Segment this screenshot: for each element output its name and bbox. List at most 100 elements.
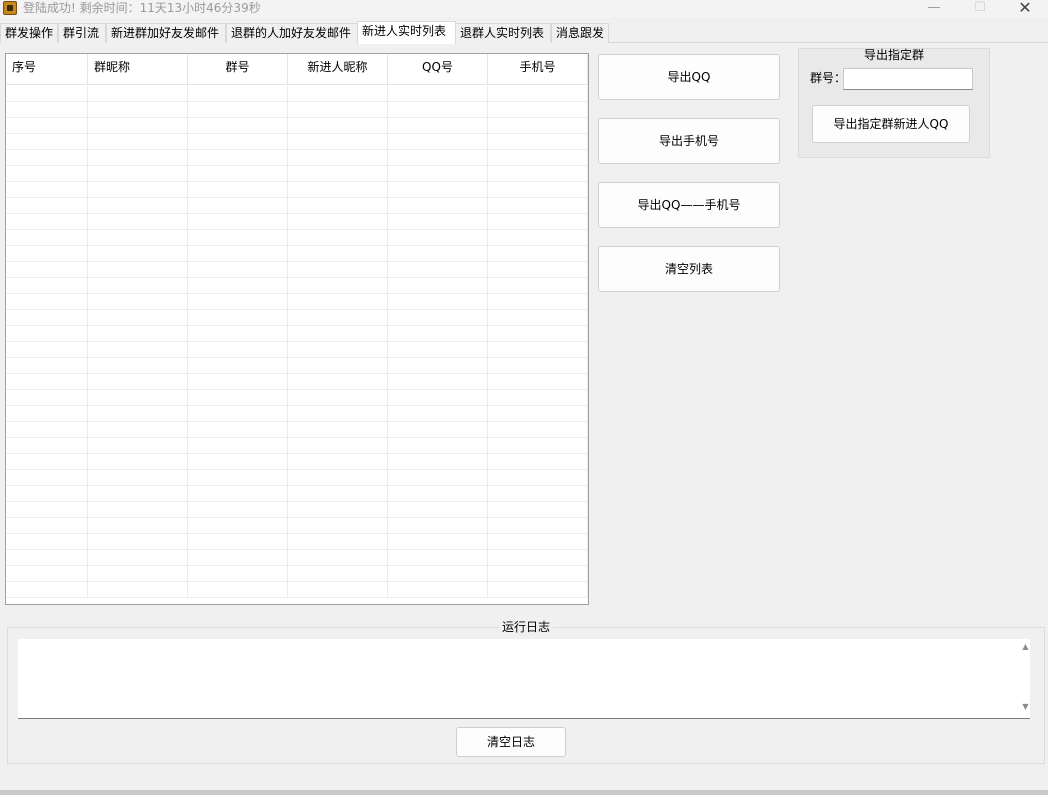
table-cell <box>288 86 388 101</box>
table-cell <box>488 278 588 293</box>
close-button[interactable]: ✕ <box>1002 0 1048 18</box>
table-cell <box>388 470 488 485</box>
table-cell <box>6 182 88 197</box>
table-cell <box>188 182 288 197</box>
tab-new-member-realtime-list[interactable]: 新进人实时列表 <box>357 21 456 44</box>
table-cell <box>388 406 488 421</box>
table-cell <box>288 374 388 389</box>
table-cell <box>488 342 588 357</box>
table-cell <box>488 150 588 165</box>
table-cell <box>388 566 488 581</box>
maximize-button[interactable]: ☐ <box>957 0 1003 18</box>
table-cell <box>88 566 188 581</box>
minimize-button[interactable]: — <box>911 0 957 18</box>
table-cell <box>388 214 488 229</box>
tab-new-member-add-friend[interactable]: 新进群加好友发邮件 <box>106 23 226 43</box>
table-cell <box>188 470 288 485</box>
table-cell <box>88 422 188 437</box>
table-cell <box>388 246 488 261</box>
group-number-input[interactable] <box>843 68 973 90</box>
table-cell <box>6 294 88 309</box>
table-row <box>6 262 588 278</box>
table-cell <box>288 230 388 245</box>
table-cell <box>6 198 88 213</box>
table-body <box>6 86 588 598</box>
tab-message-follow[interactable]: 消息跟发 <box>551 23 609 43</box>
export-qq-button[interactable]: 导出QQ <box>598 54 780 100</box>
table-cell <box>488 182 588 197</box>
export-group-new-member-qq-button[interactable]: 导出指定群新进人QQ <box>812 105 970 143</box>
table-cell <box>188 278 288 293</box>
clear-log-button[interactable]: 清空日志 <box>456 727 566 757</box>
table-cell <box>88 278 188 293</box>
column-header-group-nickname[interactable]: 群昵称 <box>88 54 188 85</box>
table-cell <box>188 534 288 549</box>
table-cell <box>288 326 388 341</box>
tab-mass-send[interactable]: 群发操作 <box>0 23 58 43</box>
table-cell <box>188 502 288 517</box>
column-header-new-member-nickname[interactable]: 新进人昵称 <box>288 54 388 85</box>
table-cell <box>288 486 388 501</box>
table-cell <box>6 214 88 229</box>
table-cell <box>6 262 88 277</box>
table-cell <box>388 262 488 277</box>
run-log-title: 运行日志 <box>498 620 553 634</box>
table-cell <box>288 454 388 469</box>
table-cell <box>6 166 88 181</box>
table-cell <box>488 582 588 597</box>
table-cell <box>6 550 88 565</box>
table-cell <box>88 86 188 101</box>
table-cell <box>488 566 588 581</box>
table-cell <box>488 134 588 149</box>
table-cell <box>88 342 188 357</box>
table-row <box>6 278 588 294</box>
table-cell <box>388 582 488 597</box>
column-header-group-number[interactable]: 群号 <box>188 54 288 85</box>
table-cell <box>188 454 288 469</box>
group-number-label: 群号： <box>810 71 847 85</box>
table-row <box>6 86 588 102</box>
table-cell <box>88 150 188 165</box>
table-row <box>6 502 588 518</box>
table-cell <box>188 86 288 101</box>
table-cell <box>6 150 88 165</box>
table-cell <box>6 310 88 325</box>
table-cell <box>488 214 588 229</box>
table-cell <box>488 118 588 133</box>
table-cell <box>388 294 488 309</box>
table-cell <box>388 118 488 133</box>
export-phone-button[interactable]: 导出手机号 <box>598 118 780 164</box>
table-row <box>6 342 588 358</box>
table-cell <box>488 406 588 421</box>
tab-group-traffic[interactable]: 群引流 <box>58 23 106 43</box>
table-row <box>6 102 588 118</box>
table-cell <box>288 102 388 117</box>
tab-quit-member-realtime-list[interactable]: 退群人实时列表 <box>455 23 551 43</box>
table-cell <box>88 550 188 565</box>
table-cell <box>88 198 188 213</box>
tab-quit-member-add-friend[interactable]: 退群的人加好友发邮件 <box>226 23 358 43</box>
table-row <box>6 374 588 390</box>
export-qq-phone-button[interactable]: 导出QQ——手机号 <box>598 182 780 228</box>
table-cell <box>488 534 588 549</box>
table-cell <box>288 390 388 405</box>
table-row <box>6 150 588 166</box>
table-cell <box>488 518 588 533</box>
table-cell <box>288 182 388 197</box>
table-cell <box>388 374 488 389</box>
table-cell <box>288 582 388 597</box>
column-header-index[interactable]: 序号 <box>6 54 88 85</box>
table-cell <box>188 326 288 341</box>
clear-list-button[interactable]: 清空列表 <box>598 246 780 292</box>
table-cell <box>188 358 288 373</box>
column-header-phone-number[interactable]: 手机号 <box>488 54 588 85</box>
new-member-table[interactable]: 序号 群昵称 群号 新进人昵称 QQ号 手机号 <box>5 53 589 605</box>
table-cell <box>288 358 388 373</box>
table-cell <box>188 230 288 245</box>
table-cell <box>388 454 488 469</box>
table-cell <box>488 374 588 389</box>
column-header-qq-number[interactable]: QQ号 <box>388 54 488 85</box>
table-cell <box>88 102 188 117</box>
run-log-textarea[interactable] <box>18 639 1030 719</box>
table-cell <box>6 422 88 437</box>
